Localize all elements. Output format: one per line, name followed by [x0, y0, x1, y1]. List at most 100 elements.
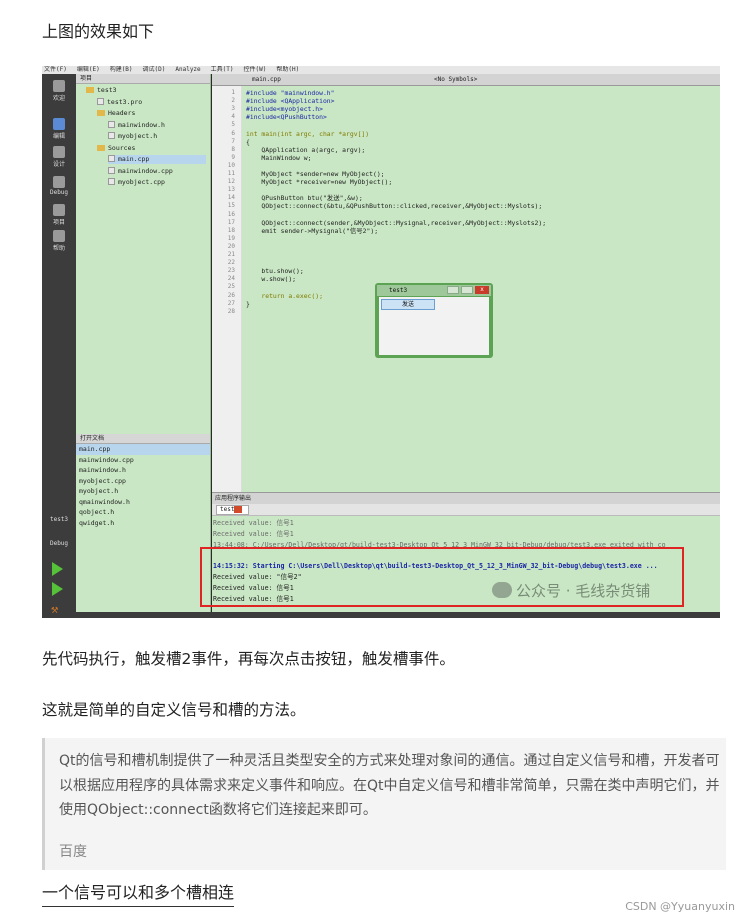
mode-5: 帮助	[46, 230, 72, 252]
mode-icon	[53, 230, 65, 242]
tree-label: test3.pro	[107, 97, 143, 106]
line-number: 10	[227, 161, 235, 169]
send-button: 发送	[381, 299, 435, 310]
code-line: return a.exec();	[246, 291, 323, 300]
line-number: 26	[227, 291, 235, 299]
line-number: 13	[227, 186, 235, 194]
open-doc-item: mainwindow.h	[79, 466, 126, 474]
menu-item: 控件(W)	[243, 66, 267, 73]
menu-item: 编辑(E)	[76, 66, 100, 73]
line-number: 25	[227, 283, 235, 291]
mode-1: 编辑	[46, 118, 72, 140]
tree-item: mainwindow.h	[108, 120, 206, 130]
line-number: 28	[227, 307, 235, 315]
mode-label: Debug	[49, 189, 69, 196]
line-number: 6	[231, 129, 235, 137]
tree-label: mainwindow.cpp	[118, 166, 173, 175]
tree-label: mainwindow.h	[118, 120, 165, 129]
project-panel-header: 项目	[76, 74, 210, 84]
mode-icon	[53, 80, 65, 92]
line-number: 8	[231, 145, 235, 153]
paragraph-1: 先代码执行，触发槽2事件，再每次点击按钮，触发槽事件。	[42, 650, 455, 668]
mode-label: 欢迎	[52, 95, 65, 102]
line-number: 16	[227, 210, 235, 218]
line-number: 18	[227, 226, 235, 234]
mode-2: 设计	[46, 146, 72, 168]
line-number-gutter: 1 2 3 4 5 6 7 8 9 10 11 12 13 14 15 16 17 18 19 20 21 22 23 24 2…	[212, 86, 242, 492]
kit-0: test3	[49, 516, 69, 523]
line-number: 11	[227, 170, 235, 177]
file-icon	[108, 155, 115, 162]
blockquote: Qt的信号和槽机制提供了一种灵活且类型安全的方式来处理对象间的通信。通过自定义信…	[42, 738, 726, 870]
code-line: int main(int argc, char *argv[])	[246, 129, 370, 138]
file-icon	[108, 120, 115, 128]
open-doc-item: qwidget.h	[79, 518, 115, 527]
line-number: 21	[227, 251, 235, 258]
line-number: 20	[227, 242, 235, 250]
line-number: 23	[227, 267, 235, 275]
open-doc-item: qmainwindow.h	[79, 497, 130, 506]
test3-window-body: 发送	[379, 297, 489, 355]
tree-label: Sources	[108, 143, 136, 152]
tree-item: Headers	[97, 109, 206, 118]
qt-creator-screenshot: 文件(F) 编辑(E) 构建(B) 调试(D) Analyze 工具(T) 控件(W) 帮助(…	[42, 66, 720, 618]
line-number: 9	[231, 153, 235, 161]
code-line: emit sender->Mysignal("信号2");	[246, 226, 379, 235]
close-icon: x	[475, 286, 489, 294]
line-number: 22	[227, 259, 235, 267]
folder-icon	[86, 87, 94, 93]
line-number: 5	[231, 121, 235, 129]
mode-label: 编辑	[52, 133, 65, 140]
code-line: QApplication a(argc, argv);	[246, 145, 366, 154]
line-number: 19	[227, 234, 235, 242]
test3-window-titlebar: test3 x	[377, 285, 491, 296]
tree-label: myobject.h	[118, 132, 158, 140]
mode-label: 项目	[52, 219, 65, 226]
code-line: QObject::connect(&btu,&QPushButton::clic…	[246, 202, 543, 211]
tree-item: main.cpp	[108, 155, 206, 164]
file-icon	[108, 178, 115, 185]
output-line: Received value: 信号1	[213, 529, 294, 538]
tree-item: myobject.cpp	[108, 178, 206, 187]
line-number: 12	[227, 178, 235, 186]
mode-icon	[53, 204, 65, 216]
code-line: MainWindow w;	[246, 153, 312, 162]
open-doc-item: qobject.h	[79, 508, 115, 516]
menu-item: 工具(T)	[210, 66, 234, 73]
section-heading: 上图的效果如下	[42, 22, 155, 41]
line-number: 17	[227, 218, 235, 226]
minimize-icon	[461, 286, 473, 294]
test3-window: test3 x 发送	[375, 283, 493, 358]
output-line: Received value: 信号1	[213, 519, 294, 527]
wechat-icon	[492, 582, 512, 598]
mode-3: Debug	[46, 176, 72, 196]
file-icon	[108, 166, 115, 174]
editor-file-tab: main.cpp	[252, 76, 281, 83]
code-line: MyObject *receiver=new MyObject();	[246, 178, 393, 187]
open-documents-panel: 打开文档 main.cpp mainwindow.cpp mainwindow.h m…	[76, 434, 211, 618]
open-doc-item: myobject.cpp	[79, 476, 126, 485]
code-line: w.show();	[246, 275, 297, 284]
open-documents-header: 打开文档	[76, 434, 210, 444]
quote-source: 百度	[59, 844, 87, 860]
mode-icon	[53, 146, 65, 158]
mode-icon	[53, 118, 65, 130]
mode-0: 欢迎	[46, 80, 72, 102]
editor-symbols-select: <No Symbols>	[434, 76, 478, 83]
mode-label: 设计	[52, 161, 65, 168]
open-doc-item: main.cpp	[76, 444, 210, 455]
code-line: QObject::connect(sender,&MyObject::Mysig…	[246, 218, 547, 227]
tree-item: myobject.h	[108, 132, 206, 141]
test3-window-title: test3	[389, 287, 408, 294]
line-number: 14	[227, 194, 235, 202]
menu-item: 帮助(H)	[276, 66, 300, 73]
folder-icon	[97, 144, 105, 151]
build-icon: ⚒	[51, 602, 59, 616]
code-line: btu.show();	[246, 267, 304, 276]
line-number: 3	[231, 105, 235, 113]
csdn-watermark: CSDN @Yyuanyuxin	[625, 900, 735, 913]
line-number: 2	[231, 97, 235, 105]
line-number: 4	[231, 113, 235, 121]
paragraph-2: 这就是简单的自定义信号和槽的方法。	[42, 701, 306, 719]
output-tab: test3	[216, 505, 250, 515]
